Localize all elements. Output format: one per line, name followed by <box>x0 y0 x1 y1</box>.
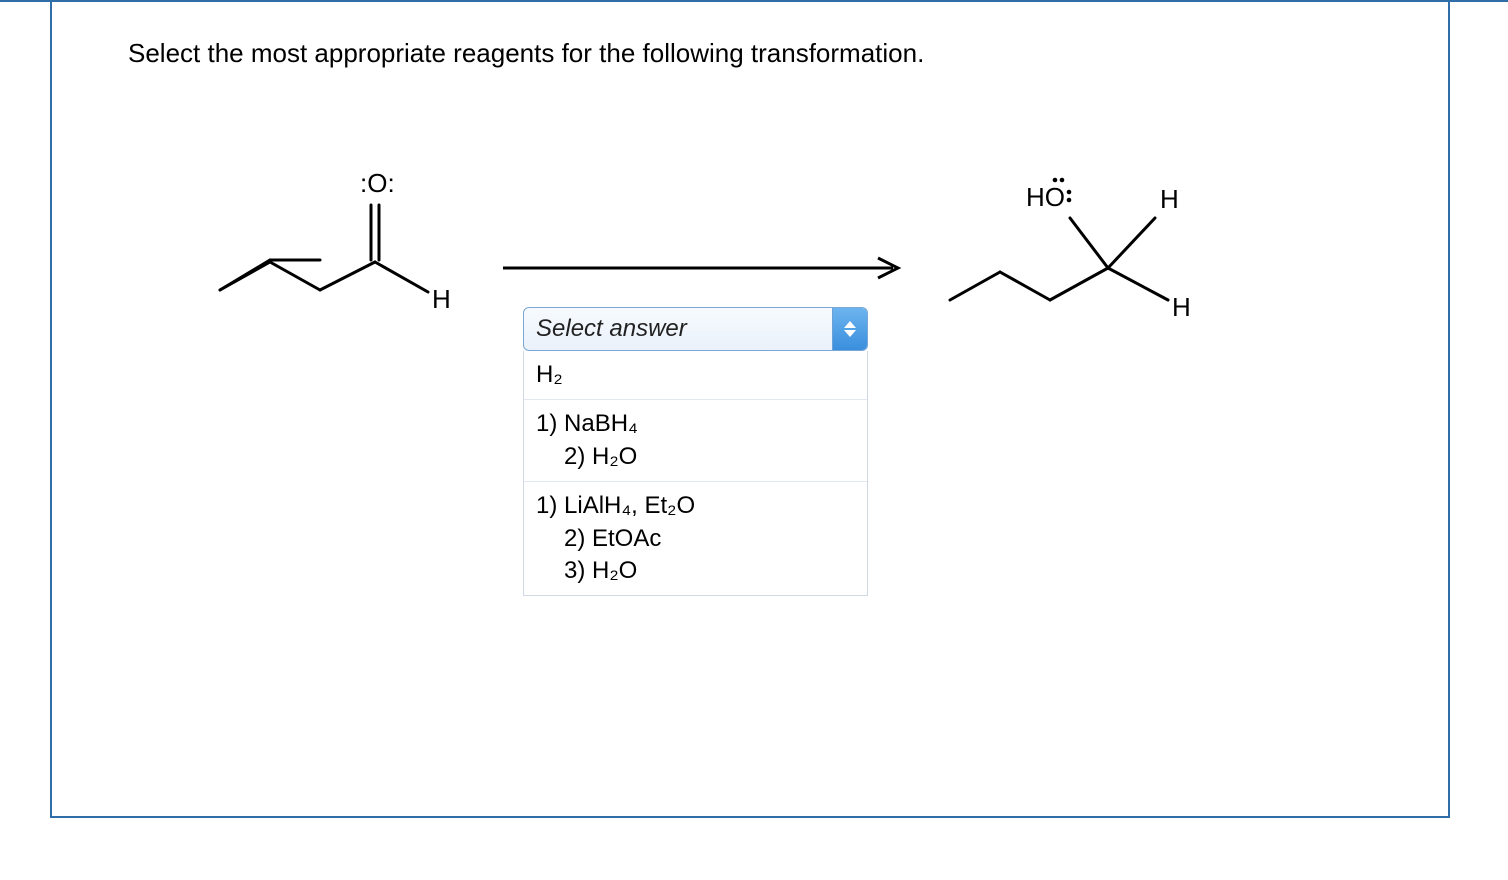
option-text-line2: 2) H₂O <box>536 441 855 473</box>
dropdown-select-box[interactable]: Select answer <box>523 307 868 351</box>
product-h-top-label: H <box>1160 184 1179 214</box>
reaction-arrow-icon <box>498 248 918 293</box>
reagent-dropdown[interactable]: Select answer H₂ 1) NaBH₄ 2) H₂O 1) LiAl… <box>523 307 868 596</box>
product-h-right-label: H <box>1172 292 1191 322</box>
option-text-line3: 3) H₂O <box>536 555 855 587</box>
option-text-line1: 1) LiAlH₄, Et₂O <box>536 492 695 519</box>
question-prompt: Select the most appropriate reagents for… <box>128 38 924 69</box>
reactant-o-label: :O: <box>360 168 395 198</box>
dropdown-option-nabh4[interactable]: 1) NaBH₄ 2) H₂O <box>524 399 867 481</box>
dropdown-option-lialh4[interactable]: 1) LiAlH₄, Et₂O 2) EtOAc 3) H₂O <box>524 481 867 595</box>
product-structure: HO H H <box>930 160 1270 355</box>
dropdown-option-h2[interactable]: H₂ <box>524 351 867 399</box>
dropdown-toggle-button[interactable] <box>832 308 867 350</box>
chevron-up-icon <box>844 321 856 328</box>
option-text-line2: 2) EtOAc <box>536 523 855 555</box>
option-text: H₂ <box>536 361 563 388</box>
product-ho-label: HO <box>1026 182 1065 212</box>
chevron-down-icon <box>844 330 856 337</box>
reactant-h-label: H <box>432 284 451 314</box>
dropdown-placeholder: Select answer <box>524 308 832 350</box>
option-text-line1: 1) NaBH₄ <box>536 410 638 437</box>
dropdown-options-list: H₂ 1) NaBH₄ 2) H₂O 1) LiAlH₄, Et₂O 2) Et… <box>523 351 868 596</box>
reactant-structure: :O: H <box>200 160 520 345</box>
